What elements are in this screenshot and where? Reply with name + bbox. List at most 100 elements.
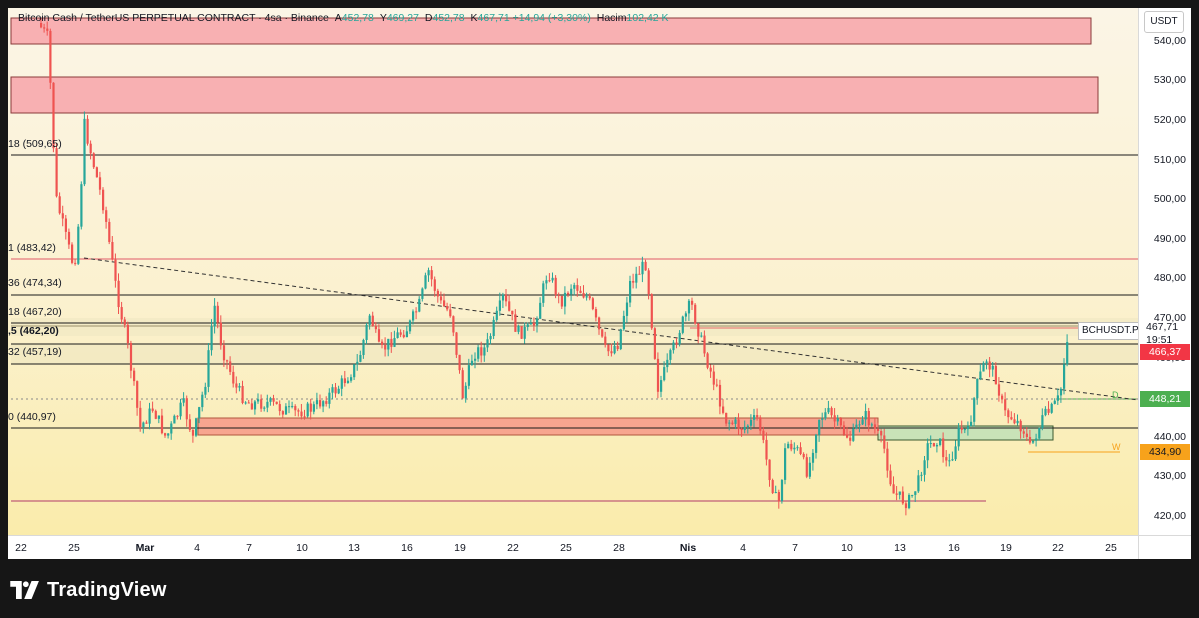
candle-body bbox=[105, 210, 108, 222]
candle-body bbox=[780, 479, 784, 502]
candle-body bbox=[356, 361, 359, 365]
candle-body bbox=[867, 410, 870, 426]
candle-body bbox=[89, 143, 92, 154]
time-axis[interactable]: 22 25 Mar 4 7 10 13 16 19 22 25 28 Nis 4 7 10 13 16 19 22 25 bbox=[8, 535, 1138, 559]
candle-body bbox=[489, 336, 492, 340]
candle-body bbox=[880, 430, 883, 436]
candle-body bbox=[948, 460, 951, 462]
candle-body bbox=[353, 364, 356, 378]
candle-body bbox=[508, 301, 511, 311]
time-tick: 7 bbox=[792, 542, 798, 554]
candle-body bbox=[691, 300, 694, 305]
candle-body bbox=[120, 307, 123, 320]
candle-body bbox=[157, 415, 160, 419]
candle-body bbox=[123, 319, 126, 325]
time-tick: 10 bbox=[841, 542, 853, 554]
candle-body bbox=[67, 231, 71, 245]
candle-body bbox=[384, 344, 387, 350]
candle-body bbox=[973, 398, 976, 422]
candle-body bbox=[331, 387, 334, 393]
candle-body bbox=[960, 427, 963, 430]
candle-body bbox=[594, 309, 598, 318]
candle-body bbox=[976, 378, 979, 399]
candle-body bbox=[415, 311, 418, 313]
candle-body bbox=[901, 491, 904, 504]
candle-body bbox=[92, 153, 95, 168]
candle-body bbox=[334, 387, 337, 394]
candle-body bbox=[272, 398, 275, 402]
candle-body bbox=[244, 402, 247, 404]
candle-body bbox=[114, 259, 117, 281]
candle-body bbox=[1007, 410, 1010, 418]
candle-body bbox=[455, 332, 458, 355]
candle-body bbox=[433, 279, 436, 291]
candle-body bbox=[632, 280, 635, 283]
candle-body bbox=[300, 411, 303, 417]
price-chart-plot[interactable]: Bitcoin Cash / TetherUS PERPETUAL CONTRA… bbox=[8, 8, 1138, 535]
candle-body bbox=[647, 270, 650, 295]
currency-selector[interactable]: USDT bbox=[1144, 11, 1184, 33]
candle-body bbox=[43, 27, 46, 29]
chart-window[interactable]: Bitcoin Cash / TetherUS PERPETUAL CONTRA… bbox=[8, 8, 1191, 559]
level-label-467: 18 (467,20) bbox=[8, 306, 62, 318]
candle-body bbox=[191, 429, 195, 436]
level-label-483: 1 (483,42) bbox=[8, 242, 56, 254]
candle-body bbox=[260, 399, 263, 409]
candle-body bbox=[346, 380, 350, 384]
candle-body bbox=[408, 320, 412, 332]
supply-zone-upper bbox=[10, 76, 1099, 114]
candle-body bbox=[536, 318, 539, 326]
candle-body bbox=[567, 292, 570, 295]
candle-body bbox=[622, 315, 625, 330]
candle-body bbox=[861, 419, 864, 425]
candle-body bbox=[988, 361, 991, 370]
time-tick: 16 bbox=[401, 542, 413, 554]
candle-body bbox=[368, 315, 371, 325]
candle-body bbox=[111, 241, 114, 260]
price-tick: 520,00 bbox=[1153, 114, 1186, 126]
candle-body bbox=[154, 410, 157, 419]
candle-body bbox=[64, 218, 67, 232]
candle-body bbox=[495, 310, 498, 320]
candle-body bbox=[945, 457, 948, 461]
candle-body bbox=[573, 285, 576, 289]
candle-body bbox=[635, 273, 638, 283]
price-tick: 500,00 bbox=[1153, 193, 1186, 206]
candle-body bbox=[598, 317, 601, 330]
candle-body bbox=[1032, 440, 1035, 443]
candle-body bbox=[328, 392, 331, 404]
candle-body bbox=[102, 189, 105, 211]
change-value: +14,94 (+3,30%) bbox=[512, 12, 591, 24]
candle-body bbox=[412, 311, 415, 321]
candle-body bbox=[908, 494, 911, 509]
candle-body bbox=[421, 288, 424, 299]
symbol-tag: BCHUSDT.P bbox=[1078, 322, 1138, 340]
level-label-440: 0 (440,97) bbox=[8, 411, 56, 423]
candle-body bbox=[650, 294, 653, 329]
candle-body bbox=[185, 398, 188, 420]
candle-body bbox=[830, 407, 833, 416]
candle-body bbox=[585, 296, 588, 298]
candle-body bbox=[98, 177, 102, 190]
candle-body bbox=[653, 328, 656, 359]
candle-body bbox=[576, 285, 579, 291]
candle-body bbox=[129, 343, 133, 371]
candle-body bbox=[226, 360, 229, 362]
candle-body bbox=[619, 329, 622, 350]
candle-body bbox=[350, 377, 353, 381]
candle-body bbox=[718, 384, 722, 407]
time-tick: 13 bbox=[348, 542, 360, 554]
candle-body bbox=[427, 270, 430, 276]
candle-body bbox=[737, 419, 740, 429]
candle-body bbox=[284, 406, 288, 415]
candle-body bbox=[176, 415, 179, 417]
candle-body bbox=[601, 329, 604, 337]
candle-body bbox=[728, 422, 731, 424]
candle-body bbox=[877, 428, 880, 431]
chart-canvas[interactable] bbox=[8, 8, 1138, 535]
time-tick: 25 bbox=[560, 542, 572, 554]
candle-body bbox=[498, 300, 501, 311]
time-tick: 4 bbox=[194, 542, 200, 554]
candle-body bbox=[759, 417, 762, 431]
candle-body bbox=[672, 342, 675, 351]
